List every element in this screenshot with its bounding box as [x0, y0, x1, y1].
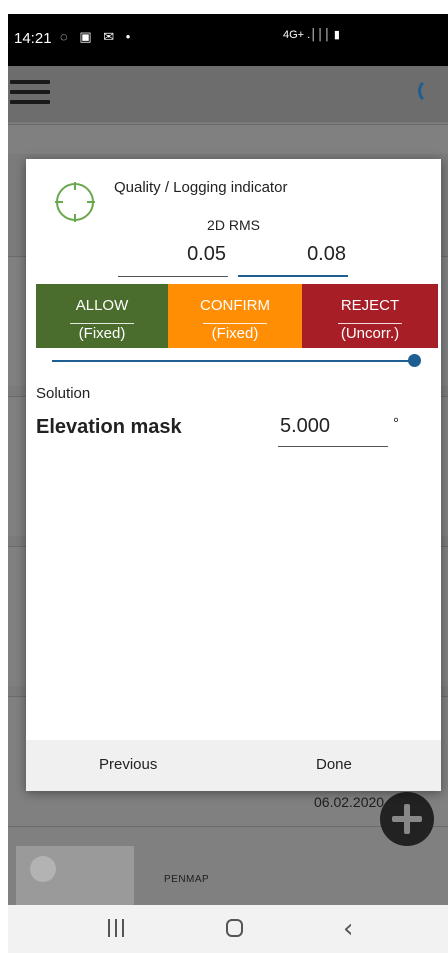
elevation-mask-label: Elevation mask — [36, 416, 182, 438]
quality-dialog: Quality / Logging indicator 2D RMS 0.05 … — [26, 159, 441, 791]
add-button[interactable] — [380, 792, 434, 846]
menu-icon[interactable] — [10, 80, 50, 104]
zone-reject-label: REJECT — [340, 297, 400, 314]
dialog-footer: Previous Done — [26, 740, 441, 791]
elevation-mask-input[interactable]: 5.000 — [278, 415, 388, 447]
recents-icon[interactable] — [108, 919, 124, 937]
status-bar: 14:21 ◌ ▣ ✉ • 4G+ .│││ ▮ — [8, 14, 448, 66]
quality-zones: ALLOW (Fixed) CONFIRM (Fixed) REJECT (Un… — [36, 284, 438, 348]
notification-icons: ◌ ▣ ✉ • — [60, 29, 135, 44]
zone-confirm-sub: (Fixed) — [211, 325, 259, 342]
home-icon[interactable] — [226, 919, 243, 937]
background-app-label: PENMAP — [164, 874, 210, 885]
status-time: 14:21 — [14, 30, 52, 47]
zone-allow-label: ALLOW — [75, 297, 129, 314]
zone-confirm: CONFIRM (Fixed) — [168, 284, 302, 348]
zone-allow: ALLOW (Fixed) — [36, 284, 168, 348]
previous-button[interactable]: Previous — [99, 756, 157, 773]
background-thumbnail — [16, 846, 134, 905]
solution-section-label: Solution — [36, 385, 91, 402]
system-nav-bar: ‹ — [8, 905, 448, 953]
app-toolbar — [8, 66, 448, 122]
quality-slider-thumb[interactable] — [407, 354, 421, 367]
threshold-1-input[interactable]: 0.05 — [118, 243, 228, 277]
done-button[interactable]: Done — [316, 756, 352, 773]
metric-label: 2D RMS — [207, 217, 260, 233]
dialog-title: Quality / Logging indicator — [114, 179, 288, 196]
zone-reject: REJECT (Uncorr.) — [302, 284, 438, 348]
top-margin — [0, 0, 448, 14]
background-card — [8, 124, 448, 154]
zone-reject-sub: (Uncorr.) — [340, 325, 400, 342]
zone-allow-sub: (Fixed) — [78, 325, 126, 342]
back-icon[interactable]: ‹ — [343, 914, 353, 944]
network-status-icons: 4G+ .│││ ▮ — [283, 29, 340, 41]
loading-spinner-icon — [418, 78, 444, 104]
threshold-2-input[interactable]: 0.08 — [238, 243, 348, 277]
zone-confirm-label: CONFIRM — [200, 297, 270, 314]
quality-slider-track[interactable] — [52, 360, 414, 362]
degree-unit: ° — [393, 415, 399, 432]
